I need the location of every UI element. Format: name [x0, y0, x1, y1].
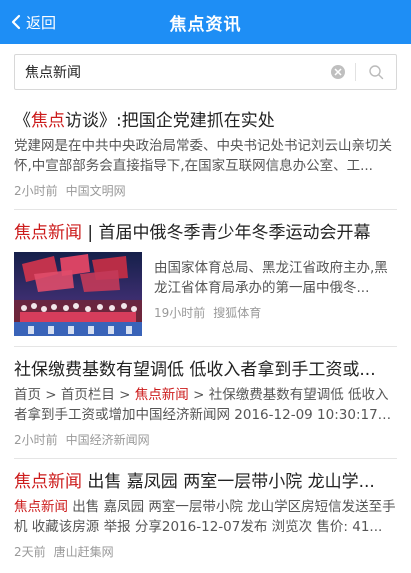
item-source: 中国经济新闻网: [65, 433, 150, 447]
snippet-text: 出售 嘉凤园 两室一层带小院 龙山学区房短信发送至手机 收藏该房源 举报 分享2…: [14, 499, 396, 535]
page-title: 焦点资讯: [169, 14, 242, 35]
item-title[interactable]: 焦点新闻 | 首届中俄冬季青少年冬季运动会开幕: [14, 222, 397, 244]
snippet-text: 首页 > 首页栏目 >: [14, 387, 135, 403]
item-title[interactable]: 焦点新闻 出售 嘉凤园 两室一层带小院 龙山学...: [14, 471, 397, 493]
item-time: 2小时前: [14, 184, 58, 198]
divider: [355, 63, 356, 81]
item-source: 唐山赶集网: [53, 545, 114, 559]
search-box: [14, 54, 397, 90]
item-meta: 2小时前 中国文明网: [14, 182, 397, 199]
chevron-left-icon: [11, 14, 21, 30]
snippet-highlight: 焦点新闻: [134, 387, 189, 403]
item-snippet: 首页 > 首页栏目 > 焦点新闻 > 社保缴费基数有望调低 低收入者拿到手工资或…: [14, 385, 397, 425]
list-item[interactable]: 焦点新闻 出售 嘉凤园 两室一层带小院 龙山学... 焦点新闻 出售 嘉凤园 两…: [14, 459, 397, 570]
title-highlight: 焦点新闻: [14, 223, 82, 243]
back-button[interactable]: 返回: [10, 0, 56, 44]
title-highlight: 焦点: [31, 111, 65, 131]
item-source: 搜狐体育: [213, 306, 262, 320]
search-input[interactable]: [15, 56, 331, 88]
title-text: | 首届中俄冬季青少年冬季运动会开幕: [82, 223, 371, 243]
title-text: 访谈》:把国企党建抓在实处: [65, 111, 275, 131]
list-item[interactable]: 《焦点访谈》:把国企党建抓在实处 党建网是在中共中央政治局常委、中央书记处书记刘…: [14, 98, 397, 210]
list-item[interactable]: 社保缴费基数有望调低 低收入者拿到手工资或... 首页 > 首页栏目 > 焦点新…: [14, 347, 397, 459]
item-snippet: 焦点新闻 出售 嘉凤园 两室一层带小院 龙山学区房短信发送至手机 收藏该房源 举…: [14, 497, 397, 537]
item-title[interactable]: 《焦点访谈》:把国企党建抓在实处: [14, 110, 397, 132]
item-meta: 2天前 唐山赶集网: [14, 543, 397, 560]
close-icon: [334, 68, 342, 76]
item-source: 中国文明网: [65, 184, 126, 198]
title-text: 出售 嘉凤园 两室一层带小院 龙山学...: [82, 472, 375, 492]
title-highlight: 焦点新闻: [14, 472, 82, 492]
snippet-highlight: 焦点新闻: [14, 499, 68, 515]
item-meta: 2小时前 中国经济新闻网: [14, 431, 397, 448]
thumbnail-image: [14, 252, 142, 336]
item-meta: 19小时前 搜狐体育: [154, 304, 397, 321]
item-time: 2天前: [14, 545, 46, 559]
list-item[interactable]: 焦点新闻 | 首届中俄冬季青少年冬季运动会开幕 由国家体育总局、黑龙江省政府主办…: [14, 210, 397, 347]
news-thumbnail[interactable]: [14, 252, 142, 336]
item-snippet: 党建网是在中共中央政治局常委、中央书记处书记刘云山亲切关怀,中宣部部务会直接指导…: [14, 138, 392, 174]
back-label: 返回: [26, 13, 57, 32]
clear-button[interactable]: [331, 65, 345, 79]
results-list: 《焦点访谈》:把国企党建抓在实处 党建网是在中共中央政治局常委、中央书记处书记刘…: [0, 98, 411, 570]
top-bar: 返回 焦点资讯: [0, 0, 411, 44]
item-snippet: 由国家体育总局、黑龙江省政府主办,黑龙江省体育局承办的第一届中俄冬...: [154, 260, 388, 296]
title-text: 《: [14, 111, 31, 131]
item-title[interactable]: 社保缴费基数有望调低 低收入者拿到手工资或...: [14, 359, 397, 381]
item-media: 由国家体育总局、黑龙江省政府主办,黑龙江省体育局承办的第一届中俄冬... 19小…: [14, 252, 397, 336]
item-media-text: 由国家体育总局、黑龙江省政府主办,黑龙江省体育局承办的第一届中俄冬... 19小…: [154, 252, 397, 336]
search-icon[interactable]: [368, 64, 384, 80]
item-time: 19小时前: [154, 306, 206, 320]
search-area: [0, 44, 411, 98]
item-time: 2小时前: [14, 433, 58, 447]
